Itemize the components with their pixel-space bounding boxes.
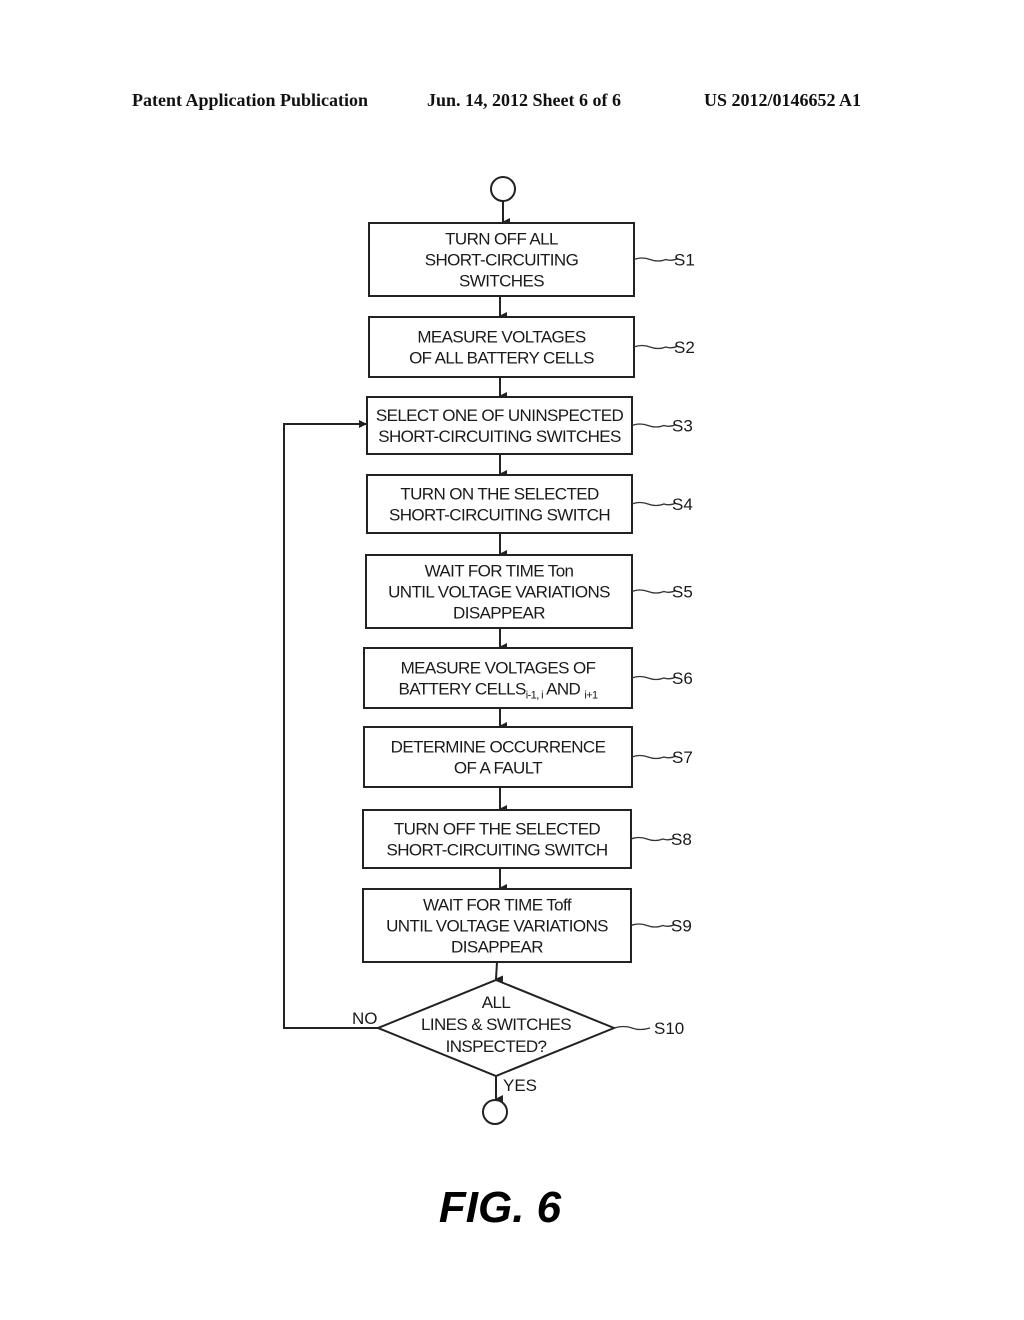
leader-line [630, 836, 676, 842]
step-text-line: SELECT ONE OF UNINSPECTED [376, 406, 624, 425]
step-text-line: WAIT FOR TIME Ton [425, 562, 574, 581]
step-id-s6: S6 [672, 669, 693, 688]
step-text-line: OF ALL BATTERY CELLS [409, 349, 594, 368]
step-text-line: DISAPPEAR [453, 604, 545, 623]
step-id-s1: S1 [674, 251, 695, 270]
leader-line [633, 257, 679, 262]
step-text-line: SHORT-CIRCUITING SWITCH [389, 506, 610, 525]
step-id-s4: S4 [672, 495, 693, 514]
step-id-s9: S9 [671, 917, 692, 936]
leader-line [631, 754, 677, 760]
step-text-line: SHORT-CIRCUITING SWITCH [386, 841, 607, 860]
start-terminal [490, 176, 516, 202]
step-text-line: DISAPPEAR [451, 938, 543, 957]
step-text-line: SHORT-CIRCUITING SWITCHES [378, 427, 621, 446]
step-text-line: SHORT-CIRCUITING [425, 251, 578, 270]
no-label: NO [352, 1009, 378, 1028]
step-id-s10: S10 [654, 1019, 684, 1038]
step-id-s2: S2 [674, 338, 695, 357]
step-text-line: MEASURE VOLTAGES OF [401, 659, 596, 678]
step-text-line: TURN OFF ALL [445, 230, 558, 249]
flowchart: FIG. 6 TURN OFF ALL SHORT-CIRCUITING SWITC… [283, 176, 695, 1232]
leader-line [631, 423, 677, 428]
figure-label: FIG. 6 [439, 1183, 562, 1232]
decision-text-line: ALL [482, 993, 511, 1012]
step-text-line: TURN OFF THE SELECTED [394, 820, 601, 839]
leader-line [631, 501, 677, 507]
leader-line [633, 344, 679, 350]
decision-text-line: INSPECTED? [446, 1037, 547, 1056]
step-text-line: UNTIL VOLTAGE VARIATIONS [388, 583, 610, 602]
step-text-line: UNTIL VOLTAGE VARIATIONS [386, 917, 608, 936]
step-text-line: WAIT FOR TIME Toff [423, 896, 572, 915]
process-box-s7 [363, 726, 633, 788]
end-terminal [482, 1099, 508, 1125]
step-text-line: TURN ON THE SELECTED [400, 485, 599, 504]
step-text-line: SWITCHES [459, 272, 544, 291]
step-text-line: BATTERY CELLSi-1, i AND i+1 [398, 680, 598, 702]
step-id-s3: S3 [672, 417, 693, 436]
leader-line [613, 1025, 651, 1031]
step-id-s7: S7 [672, 748, 693, 767]
step-text-line: OF A FAULT [454, 759, 542, 778]
leader-line [631, 589, 677, 594]
leader-line [630, 923, 676, 928]
step-id-s5: S5 [672, 583, 693, 602]
step-text-line: MEASURE VOLTAGES [417, 328, 586, 347]
step-text-line: DETERMINE OCCURRENCE [391, 738, 606, 757]
leader-line [631, 675, 677, 681]
step-id-s8: S8 [671, 830, 692, 849]
flow-arrow [495, 961, 504, 984]
process-box-s2 [368, 316, 635, 378]
yes-label: YES [503, 1076, 537, 1095]
decision-text-line: LINES & SWITCHES [421, 1015, 571, 1034]
